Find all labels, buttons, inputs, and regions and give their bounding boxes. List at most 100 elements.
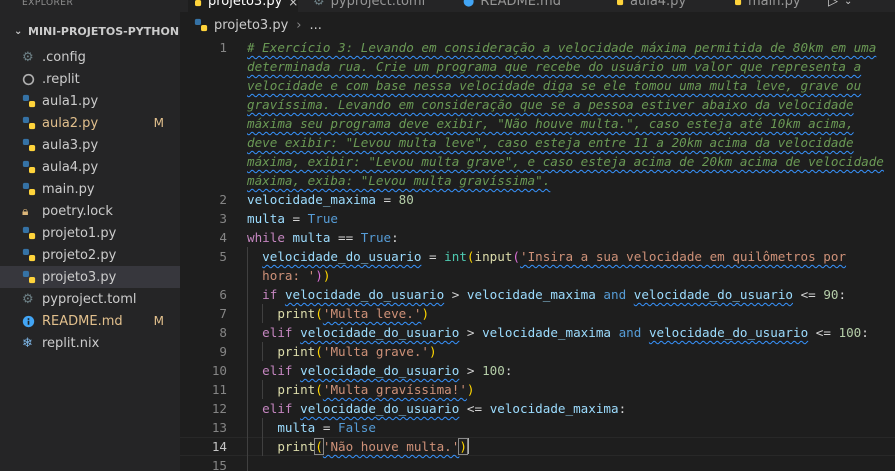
info-icon bbox=[22, 313, 42, 329]
lock-icon: 🔒︎ bbox=[22, 203, 29, 218]
token: velocidade_do_usuario bbox=[300, 363, 460, 378]
file-item[interactable]: projeto2.py bbox=[0, 244, 180, 266]
tab-bar: projeto3.py × ⚙ pyproject.toml ● README.… bbox=[180, 0, 895, 12]
token: <= bbox=[459, 401, 490, 416]
file-item[interactable]: aula1.py bbox=[0, 90, 180, 112]
file-item[interactable]: aula2.py M bbox=[0, 112, 180, 134]
token: velocidade_do_usuario bbox=[300, 325, 460, 340]
code-comment-line: velocidade e com base nessa velocidade d… bbox=[247, 78, 862, 93]
code-line: elif velocidade_do_usuario <= velocidade… bbox=[247, 399, 895, 418]
token: multa bbox=[247, 211, 285, 226]
close-icon[interactable]: × bbox=[288, 0, 298, 9]
token: <= bbox=[793, 287, 824, 302]
python-icon bbox=[610, 0, 624, 10]
python-icon bbox=[22, 225, 42, 241]
python-icon bbox=[22, 269, 42, 285]
token: : bbox=[861, 325, 869, 340]
token: : bbox=[504, 363, 513, 378]
python-icon bbox=[22, 115, 42, 131]
git-status-badge: M bbox=[153, 314, 164, 328]
file-item[interactable]: projeto1.py bbox=[0, 222, 180, 244]
file-item[interactable]: aula4.py bbox=[0, 156, 180, 178]
token: 'Não houve multa.' bbox=[322, 439, 460, 454]
code-line: multa = False bbox=[247, 418, 895, 437]
line-number-gutter: 1 2 3 4 5 6 7 8 9 10 11 12 13 14 15 bbox=[180, 38, 227, 471]
tab-aula4[interactable]: aula4.py bbox=[610, 0, 686, 12]
token: True bbox=[307, 211, 339, 226]
tab-label: main.py bbox=[748, 0, 801, 9]
token: 100 bbox=[838, 325, 862, 340]
tab-label: aula4.py bbox=[630, 0, 687, 9]
file-item[interactable]: 🔒︎ poetry.lock bbox=[0, 200, 180, 222]
code-editor[interactable]: 1 2 3 4 5 6 7 8 9 10 11 12 13 14 15 # Ex… bbox=[180, 38, 895, 471]
tab-main[interactable]: main.py bbox=[728, 0, 801, 12]
code-line: if velocidade_do_usuario > velocidade_ma… bbox=[247, 285, 895, 304]
code-line: hora: ')) bbox=[262, 268, 331, 283]
token: = bbox=[421, 249, 445, 264]
python-icon bbox=[22, 93, 42, 109]
token: 80 bbox=[398, 192, 414, 207]
breadcrumb-file[interactable]: projeto3.py bbox=[214, 18, 288, 33]
line-number: 4 bbox=[219, 230, 227, 245]
code-comment-line: # Exercício 3: Levando em consideração a… bbox=[247, 40, 877, 55]
text-cursor bbox=[466, 438, 469, 454]
file-name: main.py bbox=[42, 181, 95, 197]
python-icon bbox=[22, 159, 42, 175]
token: velocidade_maxima bbox=[466, 287, 596, 302]
code-line: print('Multa grave.') bbox=[277, 344, 437, 359]
file-item[interactable]: ❄ replit.nix bbox=[0, 332, 180, 354]
file-name: projeto2.py bbox=[42, 247, 117, 263]
line-number: 1 bbox=[219, 40, 227, 55]
token: True bbox=[360, 230, 392, 245]
file-name: projeto1.py bbox=[42, 225, 117, 241]
token: 'Multa gravíssima!' bbox=[322, 382, 467, 397]
code-comment-line: máxima seu programa deve exibir, "Não ho… bbox=[247, 116, 854, 131]
run-button[interactable]: ▷ ⌄ bbox=[828, 0, 852, 12]
file-item[interactable]: README.md M bbox=[0, 310, 180, 332]
token: print bbox=[277, 439, 316, 454]
python-icon bbox=[22, 137, 42, 153]
line-number: 10 bbox=[211, 363, 227, 378]
token: while bbox=[247, 230, 285, 245]
file-item[interactable]: ⚙ pyproject.toml bbox=[0, 288, 180, 310]
token: = bbox=[315, 420, 339, 435]
file-name: aula3.py bbox=[42, 137, 99, 153]
code-line: print('Não houve multa.') bbox=[277, 438, 469, 455]
explorer-title: EXPLORER bbox=[22, 0, 74, 8]
file-name: projeto3.py bbox=[42, 269, 117, 285]
file-item[interactable]: main.py bbox=[0, 178, 180, 200]
code-line: multa = True bbox=[247, 209, 895, 228]
code-comment-line: máxima, exibir: "Levou multa grave", e c… bbox=[247, 154, 884, 169]
file-item[interactable]: projeto3.py bbox=[0, 266, 180, 288]
tab-pyproject[interactable]: ⚙ pyproject.toml bbox=[313, 0, 425, 12]
token: velocidade_maxima bbox=[247, 192, 376, 207]
code-line: print('Multa gravíssima!') bbox=[277, 382, 475, 397]
line-number: 3 bbox=[219, 211, 227, 226]
info-icon: ● bbox=[463, 0, 475, 9]
play-icon: ▷ bbox=[828, 0, 838, 9]
token: input bbox=[474, 249, 513, 264]
code-comment-line: máxima, exiba: "Levou multa gravíssima". bbox=[247, 173, 551, 188]
file-item[interactable]: .replit bbox=[0, 68, 180, 90]
token: print bbox=[277, 344, 316, 359]
file-name: .config bbox=[42, 49, 86, 65]
gear-icon: ⚙ bbox=[22, 49, 34, 65]
token: 'Multa grave.' bbox=[322, 344, 430, 359]
folder-header[interactable]: ⌄ MINI-PROJETOS-PYTHON bbox=[0, 20, 180, 42]
breadcrumb-more[interactable]: ... bbox=[309, 18, 321, 33]
file-list: ⚙ .config .replit aula1.py aula2.py M aula3.py… bbox=[0, 46, 180, 354]
token: and bbox=[603, 287, 627, 302]
tab-readme[interactable]: ● README.md bbox=[463, 0, 561, 12]
token: multa bbox=[277, 420, 316, 435]
code-area[interactable]: # Exercício 3: Levando em consideração a… bbox=[247, 38, 895, 471]
code-line: elif velocidade_do_usuario > velocidade_… bbox=[247, 323, 895, 342]
file-item[interactable]: aula3.py bbox=[0, 134, 180, 156]
code-line: while multa == True: bbox=[247, 228, 895, 247]
token: int bbox=[444, 249, 467, 264]
replit-icon bbox=[22, 71, 42, 87]
file-item[interactable]: ⚙ .config bbox=[0, 46, 180, 68]
line-number: 9 bbox=[219, 344, 227, 359]
tab-projeto3[interactable]: projeto3.py × bbox=[188, 0, 299, 12]
token: False bbox=[338, 420, 376, 435]
